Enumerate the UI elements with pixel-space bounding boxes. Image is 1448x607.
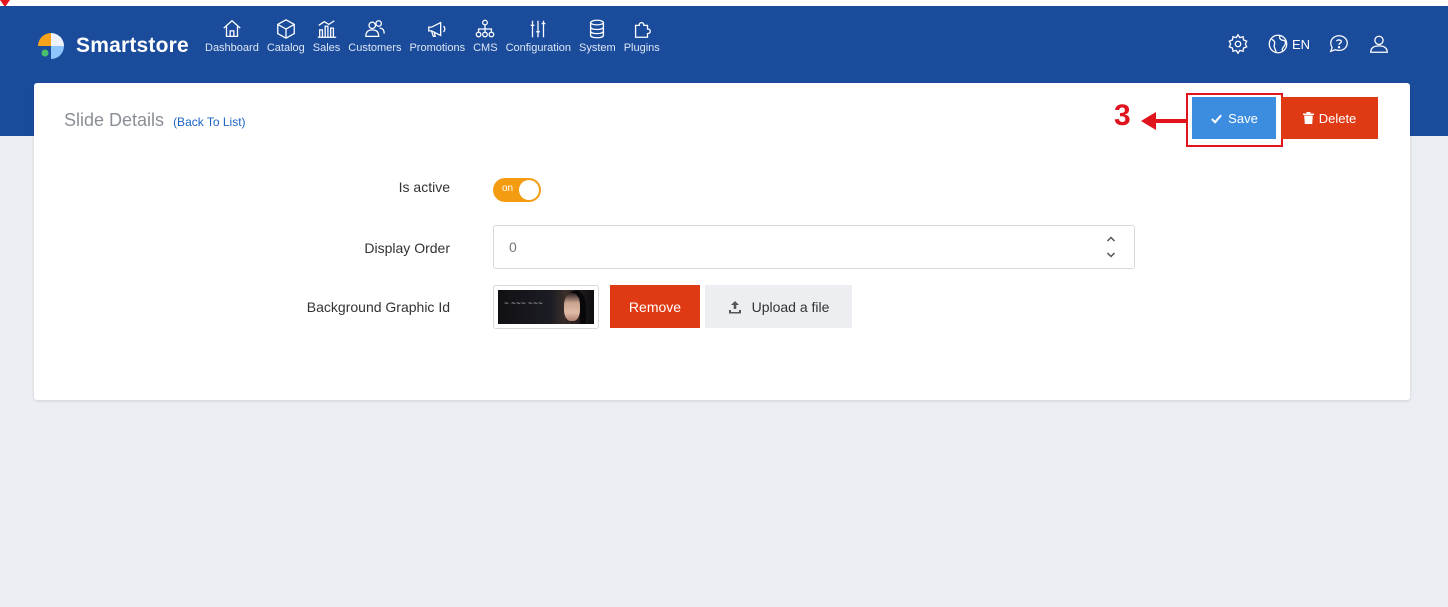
upload-file-label: Upload a file [751, 298, 830, 315]
bar-chart-icon [317, 20, 336, 38]
back-to-list-link[interactable]: (Back To List) [173, 115, 245, 129]
megaphone-icon [428, 21, 446, 37]
cube-icon [276, 19, 295, 39]
help-button[interactable] [1328, 33, 1350, 55]
main-nav: Dashboard Catalog Sales Customers Promot… [201, 18, 664, 54]
nav-item-configuration[interactable]: Configuration [502, 18, 575, 54]
display-order-input[interactable] [493, 225, 1135, 269]
chevron-down-icon[interactable] [1104, 248, 1118, 262]
page-title-text: Slide Details [64, 110, 165, 130]
background-graphic-label: Background Graphic Id [306, 299, 450, 315]
nav-label: Customers [348, 42, 402, 54]
nav-item-plugins[interactable]: Plugins [620, 18, 664, 54]
page-title: Slide Details (Back To List) [64, 110, 246, 131]
thumbnail-face-shape [564, 293, 580, 321]
save-button[interactable]: Save [1192, 97, 1276, 139]
is-active-toggle[interactable]: on [493, 178, 541, 202]
step-number-annotation: 3 [1114, 99, 1131, 132]
user-account-button[interactable] [1368, 33, 1390, 55]
users-icon [365, 20, 385, 37]
nav-item-cms[interactable]: CMS [469, 18, 501, 54]
help-chat-icon [1329, 35, 1348, 53]
is-active-label: Is active [398, 179, 450, 195]
delete-button[interactable]: Delete [1281, 97, 1378, 139]
nav-label: CMS [473, 42, 498, 54]
upload-file-button[interactable]: Upload a file [705, 285, 852, 328]
nav-label: Configuration [505, 42, 571, 54]
smartstore-logo-icon [36, 31, 66, 61]
nav-item-system[interactable]: System [575, 18, 620, 54]
nav-item-promotions[interactable]: Promotions [405, 18, 469, 54]
save-button-label: Save [1228, 110, 1258, 126]
slide-image-preview: ~ ~~~ ~~~ [498, 290, 594, 324]
user-icon [1370, 35, 1388, 53]
brand-name: Smartstore [76, 34, 189, 57]
nav-label: Dashboard [205, 42, 259, 54]
language-selector[interactable]: EN [1267, 33, 1310, 55]
nav-item-dashboard[interactable]: Dashboard [201, 18, 263, 54]
checkmark-icon [1211, 114, 1223, 124]
nav-label: Catalog [266, 42, 305, 54]
nav-item-customers[interactable]: Customers [344, 18, 405, 54]
nav-label: Promotions [409, 42, 466, 54]
settings-button[interactable] [1227, 33, 1249, 55]
remove-image-button[interactable]: Remove [610, 285, 700, 328]
globe-icon [1268, 34, 1288, 54]
puzzle-icon [634, 21, 651, 38]
toggle-state-text: on [502, 183, 514, 194]
background-graphic-thumbnail: ~ ~~~ ~~~ [493, 285, 599, 329]
nav-item-catalog[interactable]: Catalog [263, 18, 309, 54]
nav-label: Sales [312, 42, 341, 54]
nav-right-tools: EN [1209, 33, 1390, 55]
annotation-arrow-icon [1141, 112, 1186, 130]
trash-icon [1302, 112, 1314, 124]
upload-icon [728, 300, 741, 313]
nav-label: System [579, 42, 616, 54]
delete-button-label: Delete [1318, 110, 1357, 126]
sliders-icon [530, 20, 546, 38]
sitemap-icon [475, 19, 495, 38]
language-code: EN [1291, 36, 1310, 52]
home-icon [223, 19, 241, 37]
chevron-up-icon[interactable] [1104, 232, 1118, 246]
brand[interactable]: Smartstore [36, 26, 189, 66]
toggle-knob [519, 180, 539, 200]
gear-icon [1228, 33, 1248, 55]
nav-item-sales[interactable]: Sales [309, 18, 345, 54]
database-icon [590, 19, 605, 39]
display-order-spinner [1096, 230, 1126, 264]
display-order-label: Display Order [364, 240, 450, 256]
thumbnail-script-decoration: ~ ~~~ ~~~ [504, 300, 544, 307]
nav-label: Plugins [623, 42, 660, 54]
